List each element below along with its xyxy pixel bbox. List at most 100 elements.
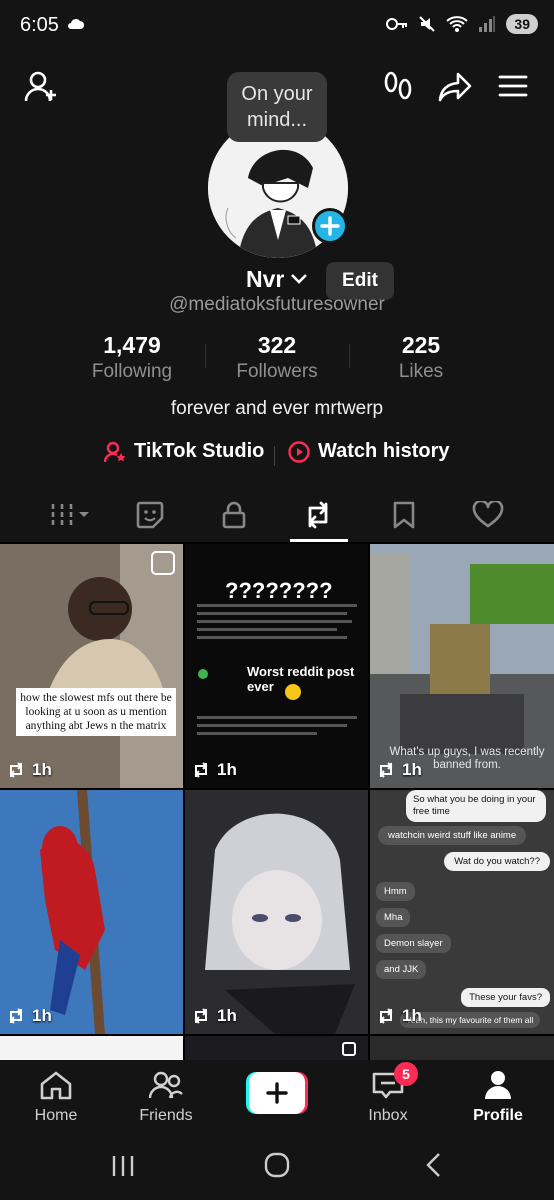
nav-profile[interactable]: Profile (458, 1070, 538, 1125)
profile-header: On your mind... Nvr Edit @mediatoksfutur… (0, 52, 554, 542)
video-tile[interactable]: 1h (0, 790, 183, 1034)
play-icon (288, 440, 310, 463)
friends-icon (148, 1071, 183, 1099)
repost-icon (379, 1008, 393, 1024)
tile-stat: 1h (6, 1006, 52, 1026)
tile-time: 1h (32, 1006, 52, 1025)
status-bar: 6:05 39 (0, 0, 554, 52)
tab-liked[interactable] (468, 498, 508, 532)
chat-bubble: These your favs? (461, 988, 550, 1007)
nav-label: Friends (139, 1107, 193, 1124)
nav-friends[interactable]: Friends (126, 1070, 206, 1125)
status-icons: 39 (386, 14, 538, 34)
watch-history-link[interactable]: Watch history (288, 440, 450, 463)
stat-label: Followers (236, 361, 318, 382)
link-label: TikTok Studio (134, 440, 265, 462)
stat-value: 322 (257, 332, 297, 358)
thought-bubble[interactable]: On your mind... (227, 72, 327, 142)
tile-time: 1h (402, 760, 422, 779)
display-name[interactable]: Nvr (246, 266, 284, 293)
video-tile[interactable]: What's up guys, I was recently banned fr… (370, 544, 554, 788)
lock-icon (222, 501, 246, 529)
followers-stat[interactable]: 322 Followers (207, 332, 347, 383)
plus-icon (320, 216, 340, 236)
nav-label: Profile (473, 1107, 523, 1124)
tile-stat: 1h (191, 760, 237, 780)
studio-icon (104, 441, 126, 462)
stat-value: 225 (401, 332, 441, 358)
thumbnail (0, 544, 183, 788)
signal-icon (479, 16, 496, 32)
tile-time: 1h (32, 760, 52, 779)
tile-headline: Worst reddit post ever (247, 664, 355, 694)
video-tile[interactable]: how the slowest mfs out there be looking… (0, 544, 183, 788)
status-time: 6:05 (20, 14, 59, 36)
inbox-badge: 5 (394, 1062, 418, 1086)
tab-stickers[interactable] (130, 498, 170, 532)
grid-icon (51, 504, 89, 526)
tile-time: 1h (217, 760, 237, 779)
create-button[interactable] (246, 1072, 308, 1114)
following-stat[interactable]: 1,479 Following (62, 332, 202, 383)
tab-private[interactable] (214, 498, 254, 532)
video-tile[interactable]: ???????? Worst reddit post ever 1h (185, 544, 368, 788)
tab-reposts[interactable] (298, 498, 338, 532)
profile-tabs (0, 490, 554, 542)
home-system-icon[interactable] (264, 1152, 290, 1183)
tile-time: 1h (402, 1006, 422, 1025)
system-nav-bar (0, 1134, 554, 1200)
tile-stat: 1h (376, 1006, 422, 1026)
bottom-nav: Home Friends Inbox 5 Profile (0, 1060, 554, 1134)
nav-home[interactable]: Home (16, 1070, 96, 1125)
tile-time: 1h (217, 1006, 237, 1025)
mute-icon (419, 16, 436, 32)
tiktok-studio-link[interactable]: TikTok Studio (104, 440, 264, 463)
chat-bubble: Wat do you watch?? (444, 852, 550, 871)
wifi-icon (446, 16, 469, 32)
stat-label: Likes (398, 361, 444, 382)
stat-label: Following (91, 361, 173, 382)
weather-icon (66, 16, 86, 37)
tab-favorites[interactable] (384, 498, 424, 532)
footprints-icon[interactable] (382, 70, 414, 109)
bio: forever and ever mrtwerp (170, 398, 384, 419)
back-icon[interactable] (424, 1152, 442, 1183)
divider (349, 344, 350, 368)
chat-bubble: watchcin weird stuff like anime (378, 826, 527, 845)
thumbnail (185, 790, 368, 1034)
add-avatar-button[interactable] (312, 208, 348, 244)
repost-icon (194, 762, 208, 778)
repost-icon (379, 762, 393, 778)
battery-badge: 39 (506, 14, 538, 34)
chat-bubble: Hmm (376, 882, 415, 901)
username: @mediatoksfuturesowner (169, 294, 385, 315)
add-friend-icon[interactable] (24, 70, 58, 109)
profile-icon (485, 1071, 511, 1099)
divider (205, 344, 206, 368)
repost-icon (9, 762, 23, 778)
likes-stat[interactable]: 225 Likes (351, 332, 491, 383)
video-tile[interactable]: So what you be doing in your free time w… (370, 790, 554, 1034)
menu-icon[interactable] (498, 74, 528, 103)
repost-grid: how the slowest mfs out there be looking… (0, 544, 554, 1064)
heart-icon (472, 501, 504, 528)
chat-bubble: Mha (376, 908, 411, 927)
share-icon[interactable] (438, 72, 472, 107)
home-icon (40, 1071, 72, 1100)
repost-icon (194, 1008, 208, 1024)
tile-stat: 1h (6, 760, 52, 780)
stats-row: 1,479 Following 322 Followers 225 Likes (0, 332, 554, 392)
recent-apps-icon[interactable] (110, 1154, 136, 1183)
active-tab-indicator (290, 539, 348, 542)
divider (274, 446, 275, 466)
tab-videos[interactable] (50, 498, 94, 532)
chat-bubble: and JJK (376, 960, 427, 979)
tile-caption: how the slowest mfs out there be looking… (16, 688, 176, 736)
nav-label: Inbox (368, 1107, 408, 1124)
chevron-down-icon[interactable] (290, 272, 308, 290)
nav-label: Home (34, 1107, 78, 1124)
repost-icon (308, 501, 328, 529)
video-tile[interactable]: 1h (185, 790, 368, 1034)
sticker-icon (136, 501, 164, 529)
tile-stat: 1h (376, 760, 422, 780)
